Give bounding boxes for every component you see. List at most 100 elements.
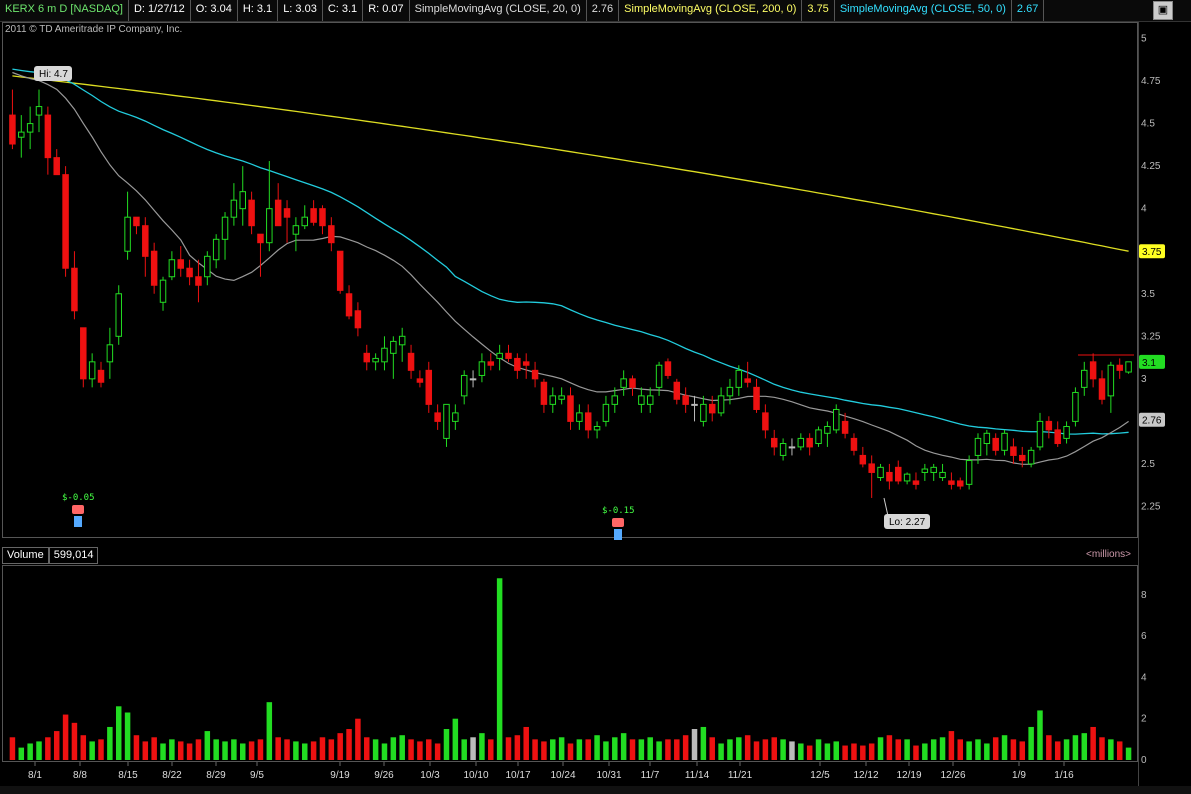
volume-bar xyxy=(647,737,653,760)
bottom-scrollbar[interactable] xyxy=(0,786,1191,794)
candle-body xyxy=(691,403,698,406)
volume-bar xyxy=(691,729,698,760)
volume-bar xyxy=(718,743,724,760)
candle-body xyxy=(1116,364,1123,371)
earnings-2-phone-icon xyxy=(612,518,624,527)
candle-body xyxy=(1054,429,1061,445)
candle-body xyxy=(283,208,291,218)
candle-body xyxy=(1063,425,1070,439)
volume-bar xyxy=(1010,739,1017,760)
volume-bar xyxy=(948,731,955,760)
x-tick-label: 1/9 xyxy=(1012,770,1026,781)
x-tick-label: 9/5 xyxy=(250,770,264,781)
candle-body xyxy=(62,174,69,269)
candle-body xyxy=(26,123,34,133)
candle-body xyxy=(407,352,415,371)
candle-body xyxy=(336,250,344,291)
candle-body xyxy=(425,369,433,405)
candle-body xyxy=(948,480,955,485)
candle-body xyxy=(71,267,78,312)
volume-bar xyxy=(984,743,990,760)
volume-bar xyxy=(80,735,87,760)
volume-bar xyxy=(842,745,848,760)
last-price-label-text: 3.1 xyxy=(1142,358,1156,369)
volume-bar xyxy=(45,737,51,760)
x-tick-label: 10/17 xyxy=(505,770,530,781)
x-tick-label: 8/1 xyxy=(28,770,42,781)
candle-body xyxy=(522,361,530,366)
candle-body xyxy=(301,216,308,227)
candle-body xyxy=(815,429,822,445)
x-tick-label: 1/16 xyxy=(1054,770,1074,781)
candle-body xyxy=(460,374,468,397)
volume-bar xyxy=(142,741,149,760)
volume-bar xyxy=(576,739,583,760)
x-tick-label: 12/26 xyxy=(940,770,965,781)
volume-bar xyxy=(1072,735,1079,760)
candle-body xyxy=(638,395,645,405)
volume-bar xyxy=(771,737,777,760)
candle-body xyxy=(390,340,397,354)
candle-body xyxy=(788,446,796,449)
volume-bar xyxy=(452,718,459,760)
candle-body xyxy=(239,191,246,210)
volume-bar xyxy=(239,743,246,760)
volume-bar xyxy=(1054,741,1061,760)
volume-bar xyxy=(798,743,804,760)
volume-bar xyxy=(399,735,405,760)
volume-bar xyxy=(71,722,78,760)
candle-body xyxy=(921,468,929,473)
volume-bar xyxy=(372,739,379,760)
volume-bar xyxy=(151,737,157,760)
volume-bar xyxy=(877,737,884,760)
earnings-2-calendar-icon xyxy=(614,529,622,540)
volume-bar xyxy=(1081,733,1088,760)
volume-bar xyxy=(470,737,476,760)
candle-body xyxy=(859,454,867,465)
candle-body xyxy=(1098,378,1106,400)
x-tick-label: 11/21 xyxy=(728,770,753,781)
volume-bar xyxy=(665,739,671,760)
volume-bar xyxy=(860,745,866,760)
volume-bar xyxy=(762,739,769,760)
candle-body xyxy=(567,395,574,422)
candle-body xyxy=(1072,391,1079,422)
candle-body xyxy=(903,473,911,482)
candle-body xyxy=(983,432,991,445)
volume-bar xyxy=(390,737,397,760)
candle-body xyxy=(708,403,716,414)
candle-body xyxy=(345,293,353,317)
volume-bar xyxy=(89,741,95,760)
x-tick-label: 12/12 xyxy=(853,770,878,781)
volume-bar xyxy=(1108,739,1114,760)
candle-body xyxy=(558,395,565,400)
volume-bar xyxy=(27,743,33,760)
volume-bar xyxy=(1116,741,1123,760)
volume-bar xyxy=(195,739,202,760)
candle-body xyxy=(602,403,610,422)
volume-bar xyxy=(408,739,414,760)
x-tick-label: 8/8 xyxy=(73,770,87,781)
earnings-1-calendar-icon xyxy=(74,516,82,527)
volume-bar xyxy=(629,739,636,760)
candle-body xyxy=(930,466,937,473)
volume-bar xyxy=(426,739,432,760)
x-tick-label: 10/24 xyxy=(550,770,575,781)
candle-body xyxy=(221,216,229,240)
volume-bar xyxy=(248,741,255,760)
candle-body xyxy=(992,437,999,451)
price-tick-label: 3.25 xyxy=(1141,331,1161,342)
volume-bar xyxy=(851,743,857,760)
volume-bar xyxy=(346,729,352,760)
volume-bar xyxy=(186,743,193,760)
candle-body xyxy=(487,361,495,366)
candle-body xyxy=(974,437,982,456)
candle-body xyxy=(80,327,87,380)
candle-body xyxy=(35,106,43,116)
volume-bar xyxy=(913,745,919,760)
volume-bar xyxy=(966,741,972,760)
candle-body xyxy=(150,250,158,286)
x-tick-label: 12/5 xyxy=(810,770,830,781)
candle-body xyxy=(212,238,220,261)
candle-body xyxy=(1107,364,1115,397)
